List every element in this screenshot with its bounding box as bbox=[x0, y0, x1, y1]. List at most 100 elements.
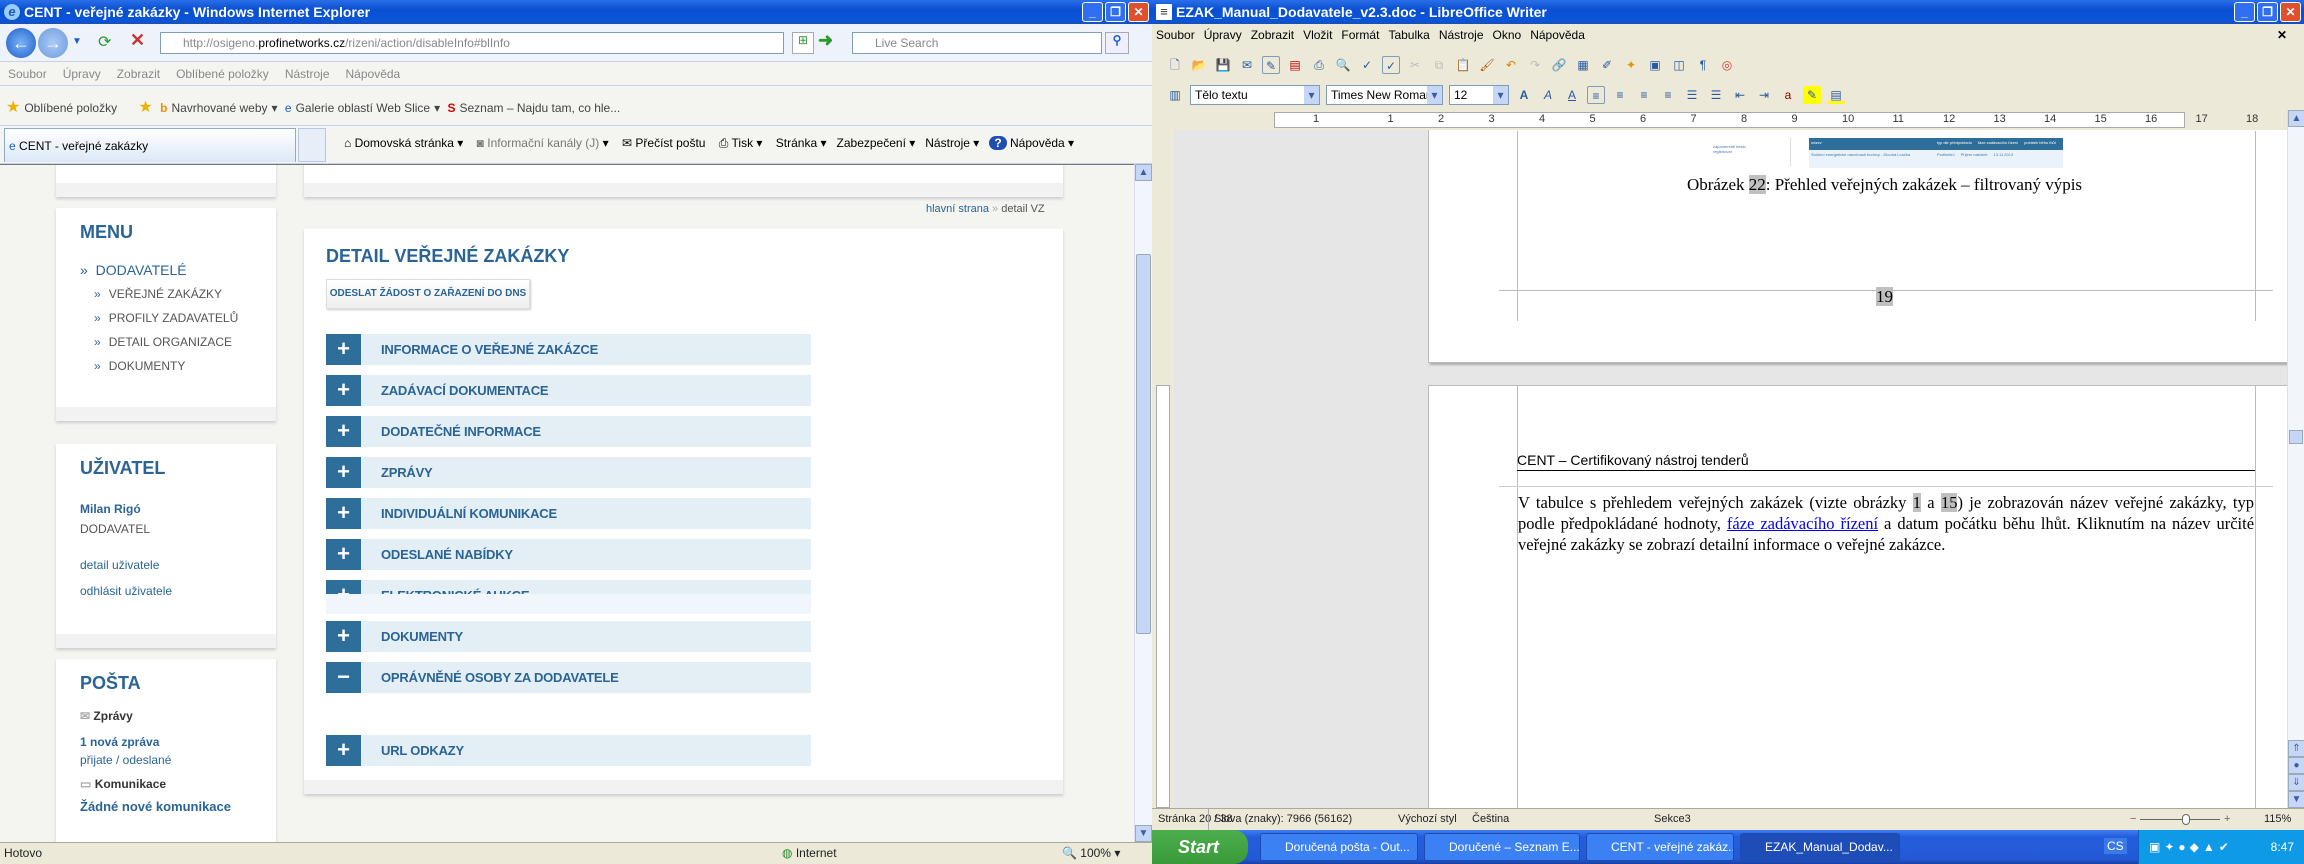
expand-icon[interactable]: + bbox=[326, 498, 361, 529]
paragraph-style-select[interactable]: Tělo textu bbox=[1190, 85, 1320, 105]
fav-web-slice[interactable]: Galerie oblastí Web Slice bbox=[296, 101, 431, 115]
accordion-section[interactable]: + ODESLANÉ NABÍDKY bbox=[326, 539, 811, 570]
menu-zobrazit[interactable]: Zobrazit bbox=[1251, 28, 1294, 42]
italic-icon[interactable]: A bbox=[1539, 86, 1557, 104]
datasources-icon[interactable]: ◫ bbox=[1670, 56, 1688, 74]
writer-vertical-scrollbar[interactable]: ▲ ⇑ ● ⇓ ▼ bbox=[2287, 110, 2304, 808]
scroll-down-button[interactable]: ▼ bbox=[2288, 791, 2304, 808]
collapse-icon[interactable]: − bbox=[326, 662, 361, 693]
read-mail-button[interactable]: Přečíst poštu bbox=[635, 136, 705, 150]
task-outlook[interactable]: Doručená pošta - Out... bbox=[1260, 833, 1418, 861]
redo-icon[interactable]: ↷ bbox=[1526, 56, 1544, 74]
minimize-button[interactable]: _ bbox=[2234, 2, 2255, 22]
help-icon[interactable]: ◎ bbox=[1718, 56, 1736, 74]
send-dns-request-button[interactable]: ODESLAT ŽÁDOST O ZAŘAZENÍ DO DNS bbox=[326, 279, 530, 309]
accordion-section[interactable]: + DODATEČNÉ INFORMACE bbox=[326, 416, 811, 447]
cut-icon[interactable]: ✂ bbox=[1406, 56, 1424, 74]
print-button[interactable]: Tisk bbox=[732, 136, 754, 150]
styles-icon[interactable]: ▥ bbox=[1166, 86, 1184, 104]
accordion-section[interactable]: + INFORMACE O VEŘEJNÉ ZAKÁZCE bbox=[326, 334, 811, 365]
address-input[interactable]: http://osigeno.profinetworks.cz/rizeni/a… bbox=[160, 32, 784, 54]
forward-button[interactable]: → bbox=[38, 28, 68, 58]
new-messages-link[interactable]: 1 nová zpráva bbox=[80, 735, 159, 749]
zoom-control[interactable]: 🔍 100% ▾ bbox=[1062, 846, 1120, 860]
go-icon[interactable]: ➜ bbox=[818, 30, 833, 51]
email-icon[interactable]: ✉ bbox=[1238, 56, 1256, 74]
gallery-icon[interactable]: ▣ bbox=[1646, 56, 1664, 74]
hyperlink-icon[interactable]: 🔗 bbox=[1550, 56, 1568, 74]
autospellcheck-icon[interactable]: ✓ bbox=[1382, 56, 1400, 74]
page-menu[interactable]: Stránka bbox=[776, 136, 817, 150]
minimize-button[interactable]: _ bbox=[1082, 2, 1103, 22]
background-color-icon[interactable]: ▤ bbox=[1827, 86, 1845, 104]
received-sent-link[interactable]: přijate / odeslané bbox=[80, 753, 171, 767]
menu-tabulka[interactable]: Tabulka bbox=[1388, 28, 1429, 42]
home-button[interactable]: Domovská stránka bbox=[355, 136, 454, 150]
menu-zobrazit[interactable]: Zobrazit bbox=[117, 67, 160, 81]
pdf-export-icon[interactable]: ▤ bbox=[1286, 56, 1304, 74]
safety-menu[interactable]: Zabezpečení bbox=[837, 136, 906, 150]
task-writer[interactable]: EZAK_Manual_Dodav... bbox=[1740, 833, 1900, 861]
start-button[interactable]: Start bbox=[1152, 830, 1248, 864]
increase-indent-icon[interactable]: ⇥ bbox=[1755, 86, 1773, 104]
horizontal-ruler[interactable]: 1 1 2 3 4 5 6 7 8 9 10 11 12 13 14 15 16 17 18 bbox=[1152, 110, 2287, 130]
tray-icons[interactable]: ▣✦●◆▲✔ bbox=[2149, 840, 2233, 854]
accordion-section[interactable]: + INDIVIDUÁLNÍ KOMUNIKACE bbox=[326, 498, 811, 529]
language-indicator[interactable]: CS bbox=[2104, 838, 2127, 854]
menu-nastroje[interactable]: Nástroje bbox=[1439, 28, 1484, 42]
close-button[interactable]: ✕ bbox=[1128, 2, 1149, 22]
menu-napoveda[interactable]: Nápověda bbox=[1530, 28, 1585, 42]
user-detail-link[interactable]: detail uživatele bbox=[80, 558, 159, 572]
menu-item-detail-organizace[interactable]: DETAIL ORGANIZACE bbox=[94, 335, 232, 349]
phase-link[interactable]: fáze zadávacího řízení bbox=[1727, 514, 1878, 533]
previous-page-button[interactable]: ⇑ bbox=[2288, 740, 2304, 757]
breadcrumb-home-link[interactable]: hlavní strana bbox=[926, 203, 989, 215]
menu-item-verejne-zakazky[interactable]: VEŘEJNÉ ZAKÁZKY bbox=[94, 287, 222, 301]
clone-format-icon[interactable]: 🖌 bbox=[1478, 56, 1496, 74]
accordion-section[interactable]: + ZPRÁVY bbox=[326, 457, 811, 488]
menu-format[interactable]: Formát bbox=[1341, 28, 1379, 42]
feeds-button[interactable]: Informační kanály (J) bbox=[487, 136, 599, 150]
table-icon[interactable]: ▦ bbox=[1574, 56, 1592, 74]
favorites-button[interactable]: Oblíbené položky bbox=[24, 101, 117, 115]
paste-icon[interactable]: 📋 bbox=[1454, 56, 1472, 74]
history-dropdown-icon[interactable]: ▼ bbox=[72, 36, 82, 47]
align-right-icon[interactable]: ≡ bbox=[1635, 86, 1653, 104]
undo-icon[interactable]: ↶ bbox=[1502, 56, 1520, 74]
formatting-marks-icon[interactable]: ¶ bbox=[1694, 56, 1712, 74]
accordion-section[interactable]: + ZADÁVACÍ DOKUMENTACE bbox=[326, 375, 811, 406]
close-document-icon[interactable]: ✕ bbox=[2277, 28, 2287, 42]
refresh-icon[interactable]: ⟳ bbox=[98, 32, 111, 52]
menu-upravy[interactable]: Úpravy bbox=[63, 67, 101, 81]
expand-icon[interactable]: + bbox=[326, 375, 361, 406]
align-left-icon[interactable]: ≡ bbox=[1587, 86, 1605, 104]
zoom-slider[interactable] bbox=[2140, 819, 2220, 820]
print-preview-icon[interactable]: 🔍 bbox=[1334, 56, 1352, 74]
open-icon[interactable]: 📂 bbox=[1190, 56, 1208, 74]
navigation-button[interactable]: ● bbox=[2288, 757, 2304, 774]
accordion-section[interactable]: + DOKUMENTY bbox=[326, 621, 811, 652]
bullets-icon[interactable]: ☰ bbox=[1707, 86, 1725, 104]
menu-oblibene[interactable]: Oblíbené položky bbox=[176, 67, 269, 81]
navigator-icon[interactable]: ✦ bbox=[1622, 56, 1640, 74]
scroll-thumb[interactable] bbox=[2289, 430, 2303, 444]
save-icon[interactable]: 💾 bbox=[1214, 56, 1232, 74]
menu-item-profily[interactable]: PROFILY ZADAVATELŮ bbox=[94, 311, 239, 325]
expand-icon[interactable]: + bbox=[326, 621, 361, 652]
menu-vlozit[interactable]: Vložit bbox=[1303, 28, 1332, 42]
new-tab-button[interactable] bbox=[298, 128, 326, 162]
zoom-level[interactable]: 115% bbox=[2264, 813, 2291, 825]
language[interactable]: Čeština bbox=[1472, 813, 1509, 825]
help-menu[interactable]: Nápověda bbox=[1010, 136, 1065, 150]
scroll-down-button[interactable]: ▼ bbox=[1135, 825, 1152, 842]
new-icon[interactable]: 🗋 bbox=[1166, 56, 1184, 74]
draw-icon[interactable]: ✐ bbox=[1598, 56, 1616, 74]
restore-button[interactable]: ❐ bbox=[1105, 2, 1126, 22]
expand-icon[interactable]: + bbox=[326, 539, 361, 570]
scroll-up-button[interactable]: ▲ bbox=[1135, 164, 1152, 181]
font-name-select[interactable]: Times New Roman bbox=[1326, 85, 1443, 105]
menu-soubor[interactable]: Soubor bbox=[1156, 28, 1195, 42]
menu-section-dodavatele[interactable]: » DODAVATELÉ bbox=[80, 262, 187, 278]
font-color-icon[interactable]: a bbox=[1779, 86, 1797, 104]
fav-suggested-sites[interactable]: Navrhované weby bbox=[171, 101, 267, 115]
